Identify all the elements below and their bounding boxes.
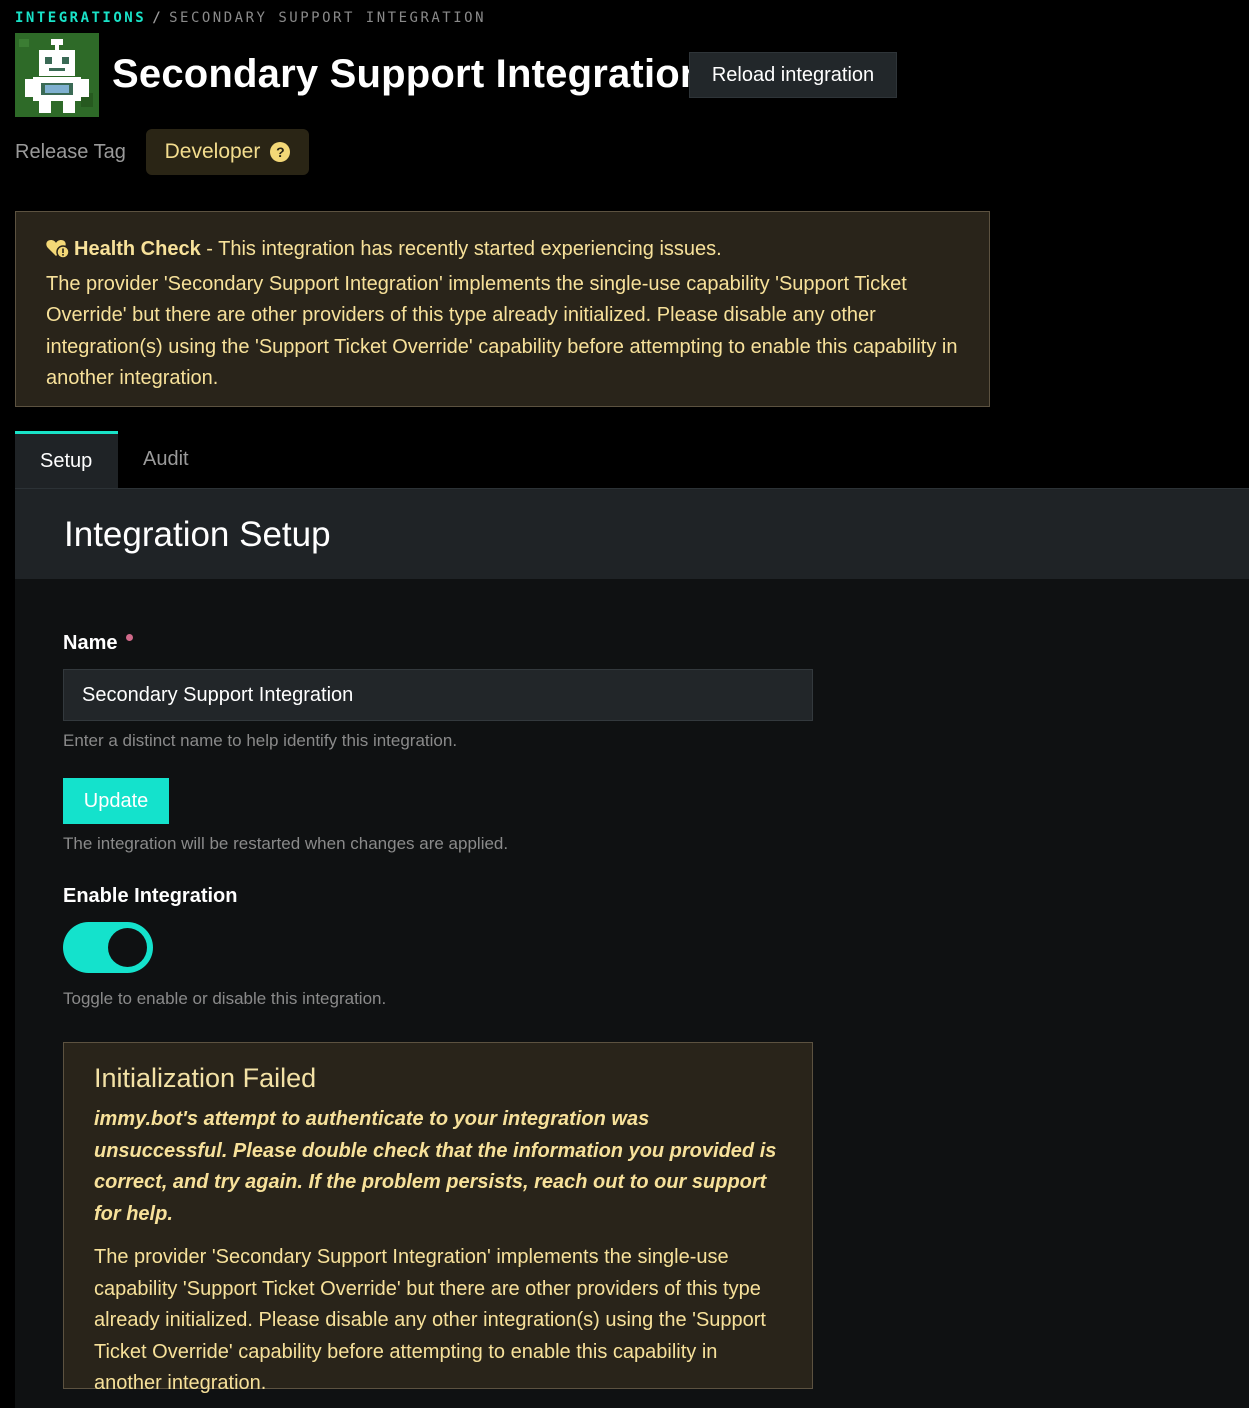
- toggle-knob: [108, 928, 147, 967]
- required-indicator: [126, 634, 133, 641]
- breadcrumb-current: SECONDARY SUPPORT INTEGRATION: [169, 10, 487, 26]
- tab-audit[interactable]: Audit: [118, 431, 214, 488]
- health-check-message: The provider 'Secondary Support Integrat…: [46, 272, 958, 390]
- name-field-label: Name: [63, 632, 118, 654]
- health-check-title: Health Check: [74, 238, 201, 260]
- initialization-failed-alert: Initialization Failed immy.bot's attempt…: [63, 1042, 813, 1394]
- enable-integration-label: Enable Integration: [63, 885, 238, 907]
- initialization-failed-message: The provider 'Secondary Support Integrat…: [94, 1246, 766, 1394]
- tab-bar: Setup Audit: [15, 431, 214, 488]
- breadcrumb-integrations-link[interactable]: INTEGRATIONS: [15, 10, 146, 26]
- release-tag-value: Developer: [164, 140, 261, 163]
- release-tag-label: Release Tag: [15, 141, 126, 163]
- initialization-failed-title: Initialization Failed: [94, 1063, 317, 1093]
- page-title: Secondary Support Integration: [112, 52, 705, 96]
- name-input[interactable]: [63, 669, 813, 721]
- enable-hint: Toggle to enable or disable this integra…: [63, 989, 387, 1008]
- heart-warning-icon: [46, 237, 70, 269]
- tab-setup[interactable]: Setup: [15, 431, 118, 488]
- initialization-failed-emphasis: immy.bot's attempt to authenticate to yo…: [94, 1108, 777, 1225]
- setup-heading: Integration Setup: [64, 515, 331, 554]
- help-icon[interactable]: ?: [270, 142, 291, 162]
- enable-integration-toggle[interactable]: [63, 922, 153, 973]
- release-tag-badge: Developer ?: [146, 129, 309, 175]
- health-check-summary: - This integration has recently started …: [200, 238, 722, 260]
- breadcrumb: INTEGRATIONS / SECONDARY SUPPORT INTEGRATI…: [15, 10, 486, 26]
- update-hint: The integration will be restarted when c…: [63, 834, 509, 853]
- reload-integration-button[interactable]: Reload integration: [689, 52, 897, 98]
- setup-panel-header: Integration Setup: [15, 488, 1249, 579]
- name-hint: Enter a distinct name to help identify t…: [63, 731, 458, 750]
- robot-icon: [15, 33, 99, 117]
- update-button[interactable]: Update: [63, 778, 169, 824]
- breadcrumb-separator: /: [152, 10, 164, 26]
- health-check-alert: Health Check - This integration has rece…: [15, 211, 990, 407]
